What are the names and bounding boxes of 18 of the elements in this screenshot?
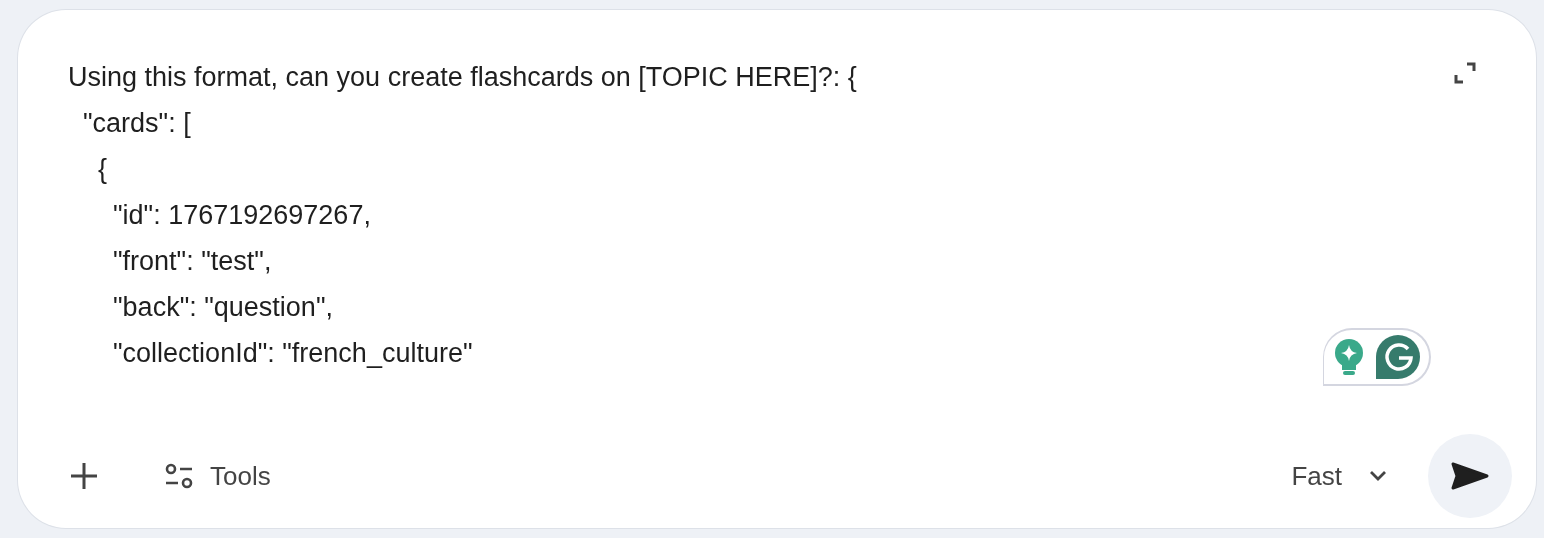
expand-icon[interactable] [1454, 62, 1476, 84]
chevron-down-icon [1368, 470, 1388, 482]
prompt-line: "cards": [ [82, 107, 192, 140]
prompt-line: { [97, 153, 109, 186]
grammarly-widget[interactable] [1323, 328, 1431, 386]
grammarly-icon[interactable] [1375, 335, 1420, 379]
model-dropdown[interactable]: Fast [1291, 460, 1388, 492]
prompt-line: "id": 1767192697267, [112, 199, 372, 232]
tools-button[interactable]: Tools [164, 460, 271, 492]
prompt-line: "front": "test", [112, 245, 273, 278]
prompt-line: "collectionId": "french_culture" [112, 337, 474, 370]
send-icon [1451, 461, 1489, 491]
prompt-field[interactable]: Using this format, can you create flashcards on [TOPIC HERE]?: { "cards": [ { "id": 1767192697267, "front": "test", "back": "question", "collectionId": "french_culture" [68, 54, 857, 409]
sliders-icon [164, 462, 194, 490]
prompt-line: "back": "question", [112, 291, 334, 324]
prompt-line: Using this format, can you create flashcards on [TOPIC HERE]?: { [68, 61, 857, 94]
plus-icon[interactable] [68, 460, 100, 492]
lightbulb-icon[interactable] [1333, 338, 1364, 376]
